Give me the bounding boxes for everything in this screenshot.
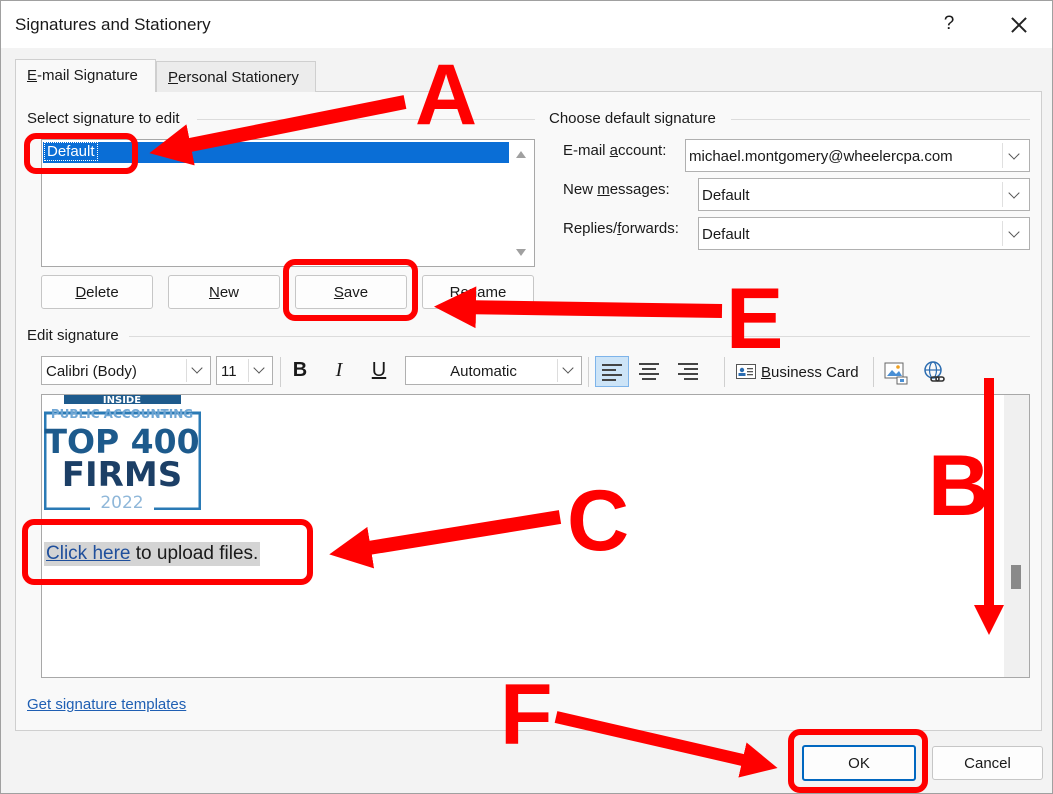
label-mnemonic: m [597,181,610,198]
chevron-down-icon[interactable] [557,359,579,382]
replies-forwards-value: Default [702,226,750,243]
align-center-icon[interactable] [633,356,667,387]
font-color-select[interactable]: Automatic [405,356,582,385]
business-card-button[interactable]: Business Card [734,358,862,387]
label-text: Replies/ [563,220,618,237]
signature-list[interactable]: Default [41,139,535,267]
underline-button[interactable]: U [364,356,394,387]
new-messages-label: New messages: [563,181,670,198]
label-mnemonic: a [609,142,619,159]
email-account-label: E-mail account: [563,142,666,159]
logo-text: FIRMS [62,455,182,495]
signature-item-default[interactable]: Default [43,142,509,163]
help-button[interactable]: ? [937,13,961,37]
signature-list-scrollbar[interactable] [509,141,533,265]
signatures-dialog: Signatures and Stationery ? Personal Sta… [0,0,1053,794]
window-title: Signatures and Stationery [15,15,211,34]
label-mnemonic: B [761,364,772,381]
new-messages-value: Default [702,187,750,204]
toolbar-separator [280,357,281,387]
insert-hyperlink-icon[interactable] [922,360,948,386]
button-label: elete [86,284,119,301]
delete-button[interactable]: Delete [41,275,153,309]
font-size-select[interactable]: 11 [216,356,273,385]
rename-button[interactable]: Rename [422,275,534,309]
align-left-icon[interactable] [595,356,629,387]
scroll-down-icon[interactable] [516,249,526,256]
tab-email-signature[interactable]: E-mail Signature [15,59,156,92]
italic-button[interactable]: I [324,356,354,387]
title-bar: Signatures and Stationery ? [1,1,1052,48]
logo-text: INSIDE [103,395,141,406]
button-mnemonic: S [333,284,344,301]
ok-button[interactable]: OK [802,745,916,781]
logo-text: PUBLIC ACCOUNTING [51,407,193,421]
group-divider [129,336,1030,337]
toolbar-separator [588,357,589,387]
business-card-icon [736,364,756,379]
scroll-up-icon[interactable] [516,151,526,158]
email-account-select[interactable]: michael.montgomery@wheelercpa.com [685,139,1030,172]
label-text: essages: [609,181,670,198]
signature-item-label: Default [44,142,98,161]
font-color-value: Automatic [450,363,517,380]
click-here-link[interactable]: Click here [46,543,130,564]
label-text: E-mail [563,142,610,159]
new-messages-select[interactable]: Default [698,178,1030,211]
button-mnemonic: N [208,284,220,301]
toolbar-separator [873,357,874,387]
email-account-value: michael.montgomery@wheelercpa.com [689,148,953,165]
tab-mnemonic: P [168,69,179,86]
signature-editor[interactable]: INSIDE PUBLIC ACCOUNTING TOP 400 FIRMS 2… [41,394,1030,678]
default-signature-label: Choose default signature [549,110,716,127]
label-text: New [563,181,598,198]
replies-forwards-label: Replies/forwards: [563,220,679,237]
logo-text: 2022 [100,493,143,510]
top-400-firms-logo: INSIDE PUBLIC ACCOUNTING TOP 400 FIRMS 2… [44,395,201,510]
select-signature-label: Select signature to edit [27,110,180,127]
tab-personal-stationery[interactable]: Personal Stationery [156,61,316,92]
group-divider [197,119,535,120]
label-text: ccount: [618,142,667,159]
upload-files-text: Click here to upload files. [44,542,261,566]
upload-suffix: to upload files. [130,543,259,564]
font-select[interactable]: Calibri (Body) [41,356,211,385]
chevron-down-icon[interactable] [1002,221,1026,246]
close-icon[interactable] [1003,9,1035,41]
chevron-down-icon[interactable] [1002,182,1026,207]
align-right-icon[interactable] [672,356,706,387]
button-mnemonic: D [75,284,87,301]
chevron-down-icon[interactable] [248,359,270,382]
save-button[interactable]: Save [295,275,407,309]
replies-forwards-select[interactable]: Default [698,217,1030,250]
edit-signature-label: Edit signature [27,327,119,344]
cancel-button[interactable]: Cancel [932,746,1043,780]
get-signature-templates-link[interactable]: Get signature templates [27,696,186,713]
button-label: ew [219,284,240,301]
label-text: usiness Card [771,364,859,381]
group-divider [731,119,1030,120]
new-button[interactable]: New [168,275,280,309]
font-value: Calibri (Body) [46,363,137,380]
font-size-value: 11 [221,363,237,380]
label-text: orwards: [621,220,679,237]
tab-mnemonic: E [27,67,38,84]
business-card-label: Business Card [761,364,859,381]
tab-label: ersonal Stationery [178,69,299,86]
tab-label: -mail Signature [37,67,138,84]
button-label: ave [343,284,369,301]
insert-picture-icon[interactable] [883,360,909,386]
chevron-down-icon[interactable] [186,359,208,382]
editor-scroll-thumb[interactable] [1011,565,1021,589]
chevron-down-icon[interactable] [1002,143,1026,168]
editor-scrollbar[interactable] [1004,395,1029,677]
toolbar-separator [724,357,725,387]
bold-button[interactable]: B [285,356,315,387]
